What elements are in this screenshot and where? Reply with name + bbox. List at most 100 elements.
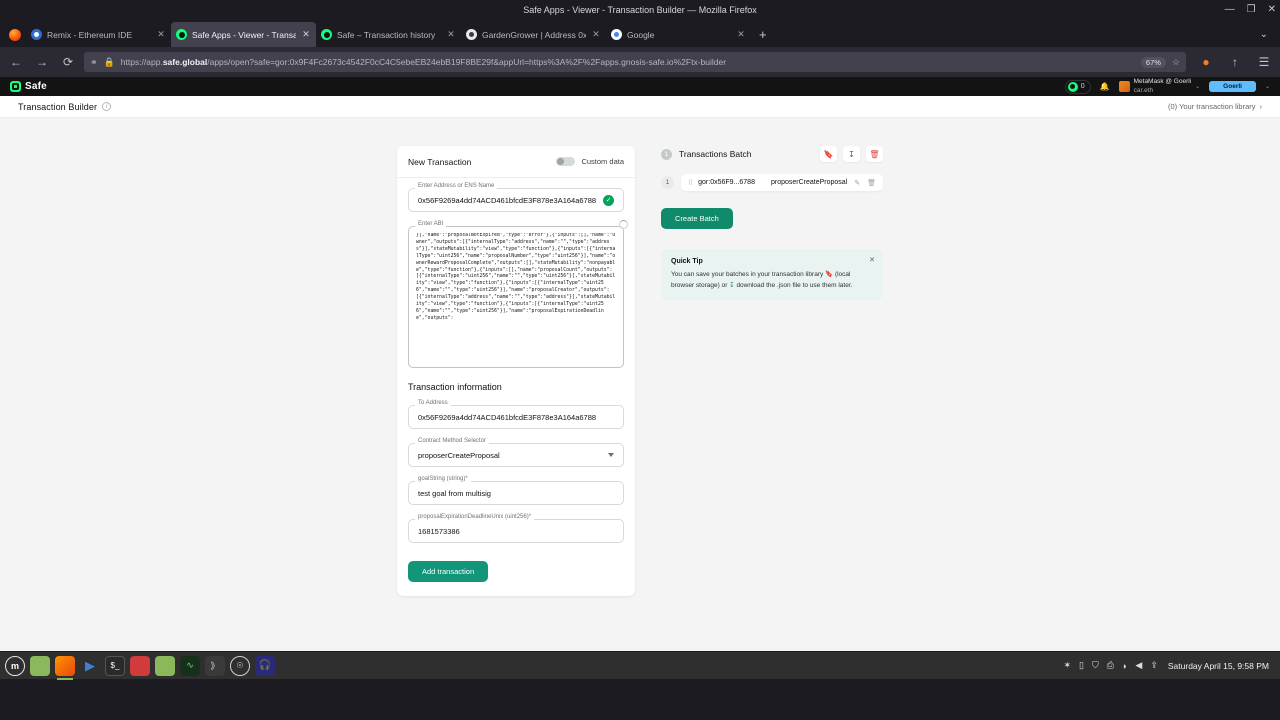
abi-textarea[interactable]: }],"name":"proposalNotExpired","type":"e… bbox=[408, 226, 624, 368]
close-window-button[interactable]: ✕ bbox=[1268, 4, 1276, 15]
browser-tab-remix[interactable]: Remix - Ethereum IDE ✕ bbox=[26, 22, 171, 47]
back-button[interactable]: ← bbox=[6, 52, 26, 72]
add-transaction-button[interactable]: Add transaction bbox=[408, 561, 489, 582]
tab-label: Remix - Ethereum IDE bbox=[47, 29, 133, 40]
folder-icon[interactable] bbox=[155, 655, 175, 676]
tab-close-icon[interactable]: ✕ bbox=[156, 29, 166, 40]
tip-line-3: use them later. bbox=[809, 281, 853, 289]
media-player-icon[interactable]: 》 bbox=[205, 655, 225, 676]
url-text: https://app.safe.global/apps/open?safe=g… bbox=[121, 57, 1135, 67]
reload-button[interactable]: ⟳ bbox=[58, 52, 78, 72]
vlc-icon[interactable]: ▶ bbox=[80, 656, 100, 676]
bell-icon[interactable]: 🔔 bbox=[1100, 82, 1110, 91]
new-tab-button[interactable]: + bbox=[751, 22, 775, 47]
transactions-batch-panel: 1 Transactions Batch 🔖 ↧ 🗑 1 ⠿ gor:0x56F… bbox=[661, 146, 883, 651]
maximize-button[interactable]: ❐ bbox=[1247, 4, 1256, 15]
network-button[interactable]: Goerli bbox=[1209, 81, 1256, 92]
terminal-icon[interactable]: $_ bbox=[105, 655, 125, 676]
drag-handle-icon[interactable]: ⠿ bbox=[688, 179, 693, 187]
to-address-field[interactable]: To Address 0x56F9269a4dd74ACD461bfcdE3F8… bbox=[408, 400, 624, 429]
file-manager-icon[interactable] bbox=[30, 655, 50, 676]
param-field-deadline[interactable]: proposalExpirationDeadlineUnix (uint256)… bbox=[408, 514, 624, 543]
step-number-badge: 1 bbox=[661, 148, 672, 160]
browser-tab-google[interactable]: Google ✕ bbox=[606, 22, 751, 47]
gimp-icon[interactable] bbox=[130, 655, 150, 676]
chevron-down-icon[interactable]: ⌄ bbox=[1195, 83, 1200, 90]
safe-logo[interactable]: Safe bbox=[10, 81, 47, 92]
browser-tab-safe-apps-viewer[interactable]: Safe Apps - Viewer - Transac ✕ bbox=[171, 22, 316, 47]
clock[interactable]: Saturday April 15, 9:58 PM bbox=[1168, 661, 1269, 671]
browser-tab-gardengrower[interactable]: GardenGrower | Address 0x ✕ bbox=[461, 22, 606, 47]
custom-data-toggle[interactable] bbox=[556, 157, 576, 166]
star-icon[interactable]: ☆ bbox=[1172, 57, 1180, 68]
pencil-icon[interactable]: ✎ bbox=[854, 179, 860, 187]
shield-icon[interactable]: ⛉ bbox=[1092, 660, 1099, 671]
zoom-level-badge[interactable]: 67% bbox=[1140, 56, 1166, 68]
wallet-ens: car.eth bbox=[1133, 86, 1154, 94]
transaction-library-link[interactable]: (0) Your transaction library › bbox=[1168, 102, 1262, 111]
browser-tab-safe-transaction-history[interactable]: Safe – Transaction history ✕ bbox=[316, 22, 461, 47]
shield-icon[interactable]: ⚭ bbox=[90, 57, 98, 68]
share-icon[interactable]: ↑ bbox=[1225, 52, 1245, 72]
tab-close-icon[interactable]: ✕ bbox=[736, 29, 746, 40]
battery-icon[interactable]: ▯ bbox=[1079, 660, 1084, 671]
firefox-logo-icon bbox=[4, 23, 26, 47]
app-subheader: Transaction Builder i (0) Your transacti… bbox=[0, 96, 1280, 118]
param-value: test goal from multisig bbox=[418, 488, 491, 498]
settings-wheel-icon[interactable]: ☉ bbox=[230, 655, 250, 676]
download-json-icon[interactable]: ↧ bbox=[843, 146, 860, 162]
delete-batch-icon[interactable]: 🗑 bbox=[866, 146, 883, 162]
abi-field[interactable]: Enter ABI }],"name":"proposalNotExpired"… bbox=[408, 220, 628, 368]
create-batch-button[interactable]: Create Batch bbox=[661, 208, 733, 229]
abi-textarea-value: }],"name":"proposalNotExpired","type":"e… bbox=[416, 233, 616, 321]
info-icon[interactable]: i bbox=[102, 102, 112, 111]
address-input[interactable]: 0x56F9269a4dd74ACD461bfcdE3F878e3A164a67… bbox=[408, 188, 624, 212]
row-method: proposerCreateProposal bbox=[770, 179, 848, 186]
row-index: 1 bbox=[661, 176, 674, 189]
chevron-down-icon[interactable] bbox=[608, 453, 614, 457]
network-chevron-down-icon[interactable]: ⌄ bbox=[1265, 83, 1270, 90]
bluetooth-icon[interactable]: ✶ bbox=[1064, 660, 1072, 671]
tip-line-1: You can save your batches in your transa… bbox=[671, 271, 824, 278]
forward-button[interactable]: → bbox=[32, 52, 52, 72]
url-bar[interactable]: ⚭ 🔒 https://app.safe.global/apps/open?sa… bbox=[84, 52, 1186, 72]
firefox-extension-icon[interactable]: ● bbox=[1196, 52, 1216, 72]
chain-dot-icon bbox=[1067, 81, 1078, 92]
printer-icon[interactable]: ⎙ bbox=[1107, 660, 1114, 671]
safe-app: Safe 0 🔔 MetaMask @ Goerli car.eth ⌄ Goe… bbox=[0, 77, 1280, 651]
tab-close-icon[interactable]: ✕ bbox=[301, 29, 311, 40]
list-all-tabs-icon[interactable]: ⌄ bbox=[1252, 22, 1276, 47]
contract-method-select[interactable]: proposerCreateProposal bbox=[408, 443, 624, 467]
hamburger-menu-icon[interactable]: ☰ bbox=[1254, 52, 1274, 72]
tab-close-icon[interactable]: ✕ bbox=[446, 29, 456, 40]
param-label: proposalExpirationDeadlineUnix (uint256)… bbox=[415, 514, 535, 520]
contract-method-selector-field[interactable]: Contract Method Selector proposerCreateP… bbox=[408, 438, 624, 467]
system-monitor-icon[interactable]: ∿ bbox=[180, 655, 200, 676]
quick-tip-title: Quick Tip bbox=[671, 258, 703, 265]
param-value: 1681573386 bbox=[418, 526, 460, 536]
lock-icon[interactable]: 🔒 bbox=[104, 57, 115, 68]
start-menu-icon[interactable]: m bbox=[5, 655, 25, 676]
firefox-icon[interactable] bbox=[55, 655, 75, 680]
wallet-menu[interactable]: MetaMask @ Goerli car.eth ⌄ bbox=[1118, 78, 1200, 94]
wifi-icon[interactable]: ◗ bbox=[1122, 661, 1127, 671]
volume-icon[interactable]: ◀ bbox=[1135, 660, 1142, 671]
param-input[interactable]: 1681573386 bbox=[408, 519, 624, 543]
param-field-goalstring[interactable]: goalString (string)* test goal from mult… bbox=[408, 476, 624, 505]
address-field[interactable]: Enter Address or ENS Name 0x56F9269a4dd7… bbox=[408, 183, 624, 212]
tab-close-icon[interactable]: ✕ bbox=[591, 29, 601, 40]
chain-indicator[interactable]: 0 bbox=[1064, 79, 1091, 94]
custom-data-toggle-wrap[interactable]: Custom data bbox=[556, 157, 624, 166]
updates-icon[interactable]: ⇪ bbox=[1150, 660, 1158, 671]
wallet-info: MetaMask @ Goerli car.eth bbox=[1134, 78, 1192, 94]
param-input[interactable]: test goal from multisig bbox=[408, 481, 624, 505]
batch-transaction-card[interactable]: ⠿ gor:0x56F9...6788 proposerCreatePropos… bbox=[681, 174, 883, 191]
save-to-library-icon[interactable]: 🔖 bbox=[820, 146, 837, 162]
trash-icon[interactable]: 🗑 bbox=[867, 179, 876, 187]
minimize-button[interactable]: — bbox=[1225, 4, 1235, 15]
to-address-input[interactable]: 0x56F9269a4dd74ACD461bfcdE3F878e3A164a67… bbox=[408, 405, 624, 429]
headset-icon[interactable]: 🎧 bbox=[255, 655, 275, 676]
close-icon[interactable]: ✕ bbox=[869, 256, 875, 264]
table-row[interactable]: 1 ⠿ gor:0x56F9...6788 proposerCreateProp… bbox=[661, 174, 883, 191]
address-input-value: 0x56F9269a4dd74ACD461bfcdE3F878e3A164a67… bbox=[418, 195, 597, 205]
